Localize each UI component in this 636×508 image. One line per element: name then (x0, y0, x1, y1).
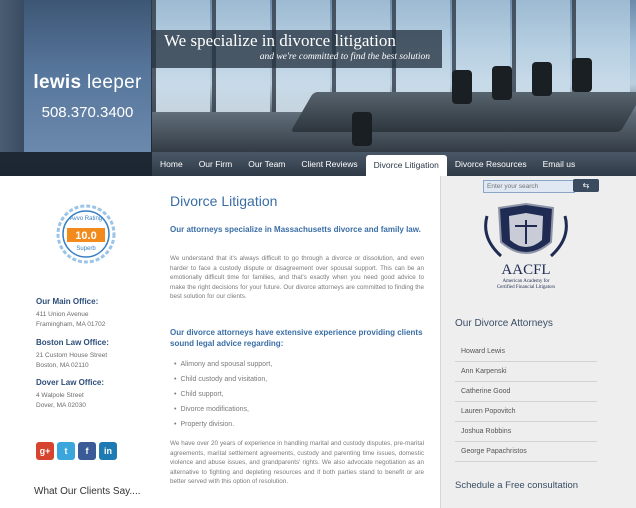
page: lewis leeper 508.370.3400 We specialize … (0, 0, 636, 508)
office-boston-line2: Boston, MA 02110 (36, 362, 89, 369)
linkedin-icon[interactable]: in (99, 442, 117, 460)
search-input[interactable] (483, 180, 575, 193)
page-title: Divorce Litigation (170, 193, 278, 209)
office-boston-address: 21 Custom House Street Boston, MA 02110 (36, 351, 107, 371)
lead-experience: Our divorce attorneys have extensive exp… (170, 328, 423, 348)
nav-divorce-resources[interactable]: Divorce Resources (447, 152, 535, 176)
nav-home[interactable]: Home (152, 152, 191, 176)
social-links: g+ t f in (36, 442, 117, 460)
schedule-consultation-link[interactable]: Schedule a Free consultation (455, 480, 578, 491)
badge-score: 10.0 (75, 230, 96, 242)
banner-chair (452, 70, 472, 104)
list-item: Property division. (174, 417, 272, 432)
office-dover-line2: Dover, MA 02030 (36, 402, 86, 409)
banner-subtitle: and we're committed to find the best sol… (259, 52, 430, 62)
main-nav: Home Our Firm Our Team Client Reviews Di… (152, 152, 636, 176)
aacfl-logo[interactable]: AACFL American Academy for Certified Fin… (461, 202, 591, 294)
attorney-link-ann-karpenski[interactable]: Ann Karpenski (455, 362, 597, 382)
lead-specialize: Our attorneys specialize in Massachusett… (170, 225, 421, 234)
search-button[interactable]: ⇆ (573, 179, 599, 192)
aacfl-acronym: AACFL (501, 262, 550, 278)
aacfl-line2: Certified Financial Litigators (497, 285, 555, 290)
office-main-heading: Our Main Office: (36, 297, 99, 306)
twitter-icon[interactable]: t (57, 442, 75, 460)
office-boston-line1: 21 Custom House Street (36, 352, 108, 359)
banner-chair (572, 58, 592, 92)
google-plus-icon[interactable]: g+ (36, 442, 54, 460)
nav-our-firm[interactable]: Our Firm (191, 152, 241, 176)
logo-panel[interactable]: lewis leeper 508.370.3400 (24, 0, 151, 152)
banner-chair (492, 66, 512, 100)
nav-client-reviews[interactable]: Client Reviews (293, 152, 365, 176)
attorney-link-george-papachristos[interactable]: George Papachristos (455, 442, 597, 462)
list-item: Child support, (174, 387, 272, 402)
office-boston-heading: Boston Law Office: (36, 338, 109, 347)
office-main-address: 411 Union Avenue Framingham, MA 01702 (36, 310, 105, 330)
banner-chair (352, 112, 372, 146)
nav-our-team[interactable]: Our Team (240, 152, 293, 176)
aacfl-line1: American Academy for (503, 279, 550, 284)
intro-paragraph: We understand that it's always difficult… (170, 255, 424, 300)
right-sidebar: ⇆ AACFL American Academy for Certified F… (440, 176, 636, 508)
office-main-line1: 411 Union Avenue (36, 311, 89, 318)
attorney-link-howard-lewis[interactable]: Howard Lewis (455, 342, 597, 362)
office-dover-line1: 4 Walpole Street (36, 392, 84, 399)
logo-first-name: lewis (33, 72, 82, 93)
nav-divorce-litigation[interactable]: Divorce Litigation (365, 155, 447, 176)
phone-number[interactable]: 508.370.3400 (24, 104, 151, 121)
office-dover-address: 4 Walpole Street Dover, MA 02030 (36, 391, 86, 411)
clients-say-heading[interactable]: What Our Clients Say.... (34, 486, 141, 497)
hero-banner: We specialize in divorce litigation and … (152, 0, 636, 152)
attorney-link-catherine-good[interactable]: Catherine Good (455, 382, 597, 402)
facebook-icon[interactable]: f (78, 442, 96, 460)
banner-caption: We specialize in divorce litigation and … (152, 30, 442, 68)
header-left-edge (0, 0, 24, 152)
nav-email-us[interactable]: Email us (535, 152, 584, 176)
logo-last-name: leeper (86, 72, 142, 93)
list-item: Divorce modifications, (174, 402, 272, 417)
banner-title: We specialize in divorce litigation (164, 31, 396, 50)
logo-text[interactable]: lewis leeper (24, 72, 151, 94)
attorney-link-joshua-robbins[interactable]: Joshua Robbins (455, 422, 597, 442)
left-sidebar: Avvo Rating 10.0 Superb Our Main Office:… (24, 176, 151, 508)
list-item: Child custody and visitation, (174, 372, 272, 387)
attorneys-heading: Our Divorce Attorneys (455, 318, 553, 329)
header: lewis leeper 508.370.3400 We specialize … (0, 0, 636, 176)
list-item: Alimony and spousal support, (174, 357, 272, 372)
office-dover-heading: Dover Law Office: (36, 378, 105, 387)
attorney-link-lauren-popovitch[interactable]: Lauren Popovitch (455, 402, 597, 422)
experience-paragraph: We have over 20 years of experience in h… (170, 440, 424, 485)
badge-label: Avvo Rating (70, 216, 102, 222)
badge-tier: Superb (76, 246, 96, 252)
main-content: Divorce Litigation Our attorneys special… (152, 176, 439, 508)
services-list: Alimony and spousal support, Child custo… (174, 357, 272, 432)
office-main-line2: Framingham, MA 01702 (36, 321, 106, 328)
avvo-rating-badge[interactable]: Avvo Rating 10.0 Superb (56, 204, 116, 264)
banner-chair (532, 62, 552, 96)
